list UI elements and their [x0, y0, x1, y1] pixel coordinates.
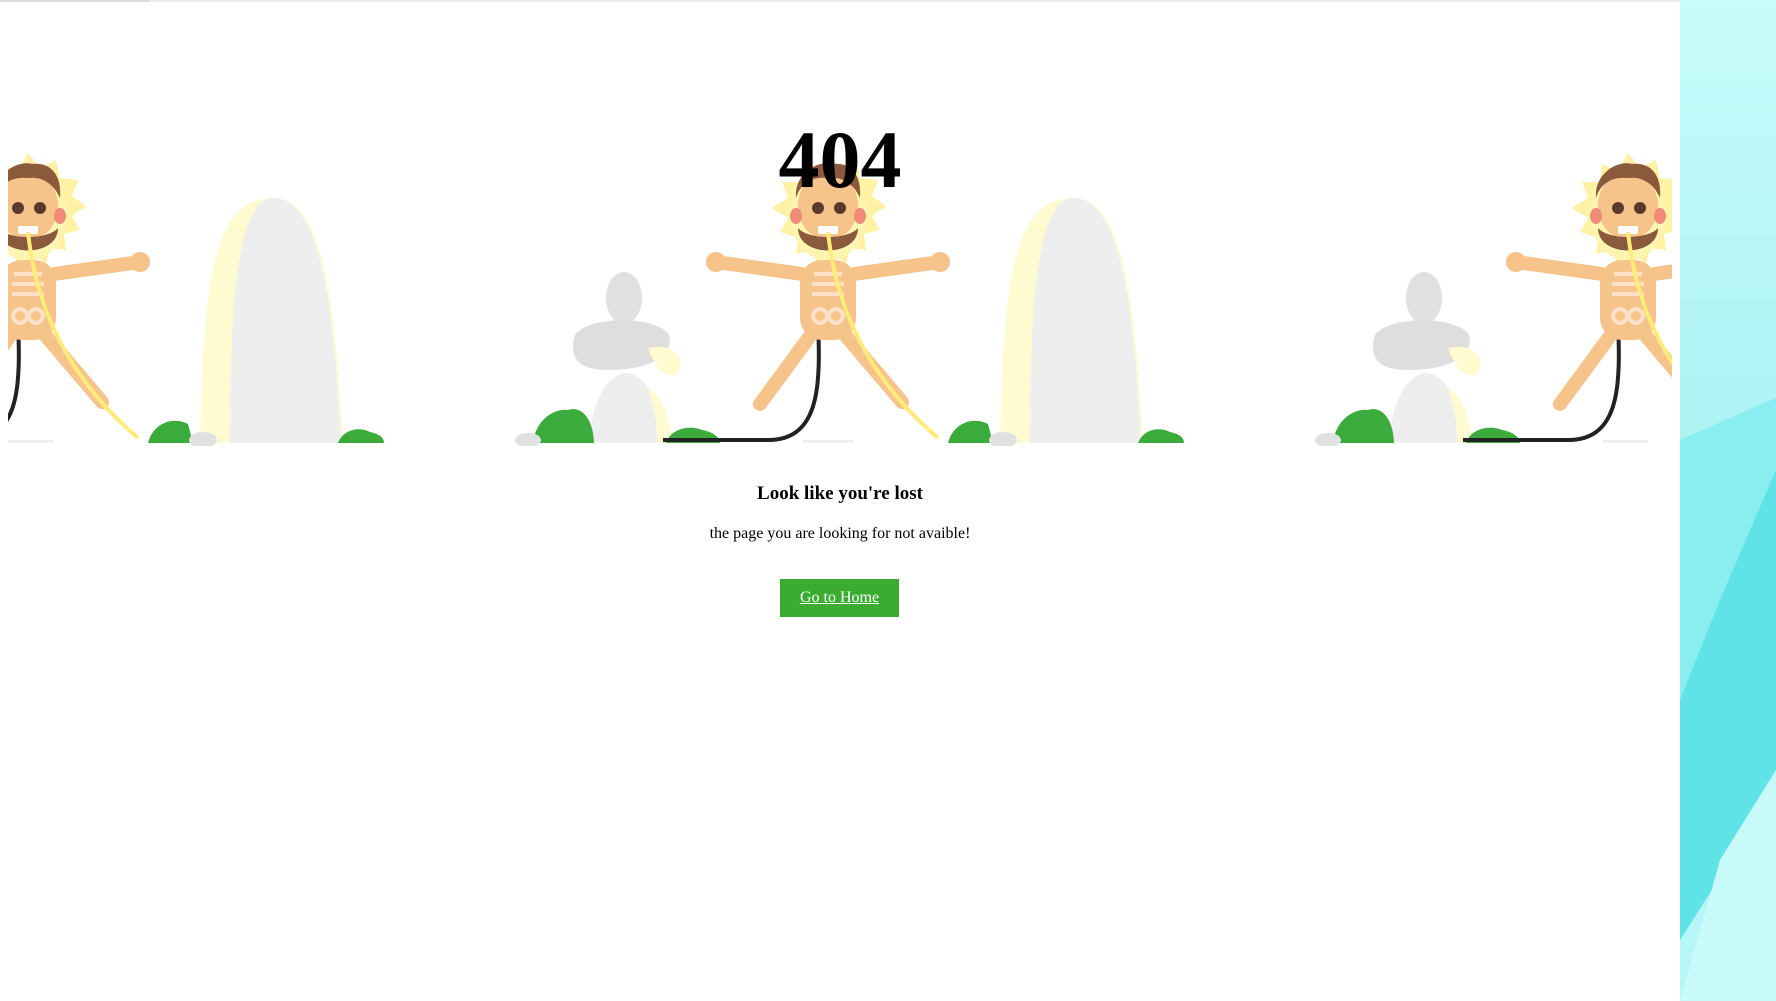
- top-border-segment: [0, 0, 150, 2]
- error-page: 404 Look like you're lost the page you a…: [0, 0, 1680, 1001]
- desktop-background: [1680, 0, 1776, 1001]
- wallpaper-shape: [1680, 398, 1776, 1001]
- lost-heading: Look like you're lost: [757, 483, 923, 504]
- go-to-home-button[interactable]: Go to Home: [780, 579, 899, 617]
- error-code-title: 404: [778, 114, 902, 205]
- top-border: [0, 0, 1680, 2]
- not-found-message: the page you are looking for not avaible…: [709, 525, 971, 542]
